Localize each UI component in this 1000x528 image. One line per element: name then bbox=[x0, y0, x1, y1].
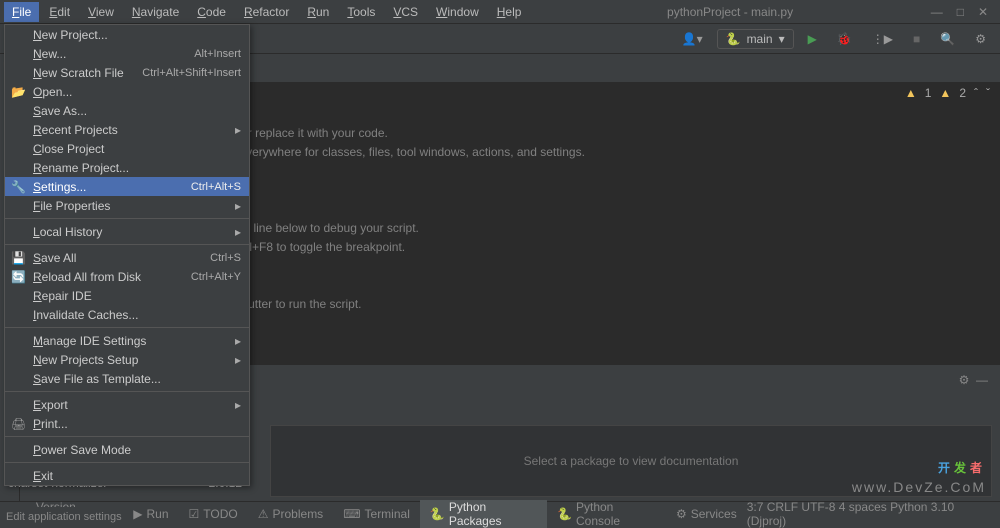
reload-icon: 🔄 bbox=[11, 270, 25, 284]
window-title: pythonProject - main.py bbox=[529, 5, 930, 19]
menuitem-new-scratch-file[interactable]: New Scratch FileCtrl+Alt+Shift+Insert bbox=[5, 63, 249, 82]
statusbar-python-console[interactable]: 🐍Python Console bbox=[547, 500, 666, 528]
close-icon[interactable]: ✕ bbox=[978, 5, 988, 19]
inspection-summary[interactable]: ▲1 ▲2 ˆ ˇ bbox=[905, 86, 990, 100]
menuitem-exit[interactable]: Exit bbox=[5, 466, 249, 485]
menuitem-print[interactable]: 🖨Print... bbox=[5, 414, 249, 433]
menuitem-local-history[interactable]: Local History▸ bbox=[5, 222, 249, 241]
statusbar: ⎇Version Control▶Run☑TODO⚠Problems⌨Termi… bbox=[0, 501, 1000, 525]
run-config-name: main bbox=[747, 32, 773, 46]
chevron-right-icon: ▸ bbox=[235, 398, 241, 412]
todo-icon: ☑ bbox=[189, 507, 200, 521]
titlebar: FileEditViewNavigateCodeRefactorRunTools… bbox=[0, 0, 1000, 24]
menu-tools[interactable]: Tools bbox=[339, 2, 383, 22]
statusbar-problems[interactable]: ⚠Problems bbox=[248, 500, 333, 528]
print-icon: 🖨 bbox=[11, 417, 25, 431]
search-icon[interactable]: 🔍 bbox=[934, 30, 961, 48]
menuitem-power-save-mode[interactable]: Power Save Mode bbox=[5, 440, 249, 459]
chevron-down-icon[interactable]: ˇ bbox=[986, 86, 990, 100]
run-config-selector[interactable]: 🐍 main ▾ bbox=[717, 29, 794, 49]
menuitem-settings[interactable]: 🔧Settings...Ctrl+Alt+S bbox=[5, 177, 249, 196]
window-controls: — □ ✕ bbox=[931, 5, 996, 19]
menuitem-file-properties[interactable]: File Properties▸ bbox=[5, 196, 249, 215]
statusbar-right: 3:7 CRLF UTF-8 4 spaces Python 3.10 (Djp… bbox=[747, 500, 992, 528]
statusbar-services[interactable]: ⚙Services bbox=[666, 500, 747, 528]
menu-navigate[interactable]: Navigate bbox=[124, 2, 187, 22]
menuitem-repair-ide[interactable]: Repair IDE bbox=[5, 286, 249, 305]
chevron-down-icon: ▾ bbox=[779, 32, 785, 46]
menu-run[interactable]: Run bbox=[299, 2, 337, 22]
chevron-right-icon: ▸ bbox=[235, 123, 241, 137]
play-icon: ▶ bbox=[133, 507, 142, 521]
package-doc-placeholder: Select a package to view documentation bbox=[270, 425, 992, 497]
menuitem-open[interactable]: 📂Open... bbox=[5, 82, 249, 101]
menu-file[interactable]: File bbox=[4, 2, 39, 22]
chevron-right-icon: ▸ bbox=[235, 353, 241, 367]
py-icon: 🐍 bbox=[557, 507, 572, 521]
gear-icon[interactable]: ⚙ bbox=[959, 373, 970, 387]
py-icon: 🐍 bbox=[430, 507, 445, 521]
menu-vcs[interactable]: VCS bbox=[385, 2, 426, 22]
statusbar-run[interactable]: ▶Run bbox=[123, 500, 178, 528]
menuitem-save-all[interactable]: 💾Save AllCtrl+S bbox=[5, 248, 249, 267]
menuitem-save-file-as-template[interactable]: Save File as Template... bbox=[5, 369, 249, 388]
menubar: FileEditViewNavigateCodeRefactorRunTools… bbox=[4, 2, 529, 22]
statusbar-terminal[interactable]: ⌨Terminal bbox=[333, 500, 420, 528]
menu-help[interactable]: Help bbox=[489, 2, 530, 22]
menu-edit[interactable]: Edit bbox=[41, 2, 78, 22]
menuitem-manage-ide-settings[interactable]: Manage IDE Settings▸ bbox=[5, 331, 249, 350]
warn-icon: ⚠ bbox=[258, 507, 269, 521]
wrench-icon: 🔧 bbox=[11, 180, 25, 194]
save-icon: 💾 bbox=[11, 251, 25, 265]
menu-view[interactable]: View bbox=[80, 2, 122, 22]
python-icon: 🐍 bbox=[726, 32, 741, 46]
more-run-button[interactable]: ⋮▶ bbox=[866, 30, 899, 48]
menuitem-new[interactable]: New...Alt+Insert bbox=[5, 44, 249, 63]
menuitem-reload-all-from-disk[interactable]: 🔄Reload All from DiskCtrl+Alt+Y bbox=[5, 267, 249, 286]
menuitem-export[interactable]: Export▸ bbox=[5, 395, 249, 414]
run-button[interactable]: ▶ bbox=[802, 30, 823, 48]
hide-panel-icon[interactable]: — bbox=[976, 373, 988, 387]
svc-icon: ⚙ bbox=[676, 507, 687, 521]
statusbar-todo[interactable]: ☑TODO bbox=[179, 500, 248, 528]
stop-button[interactable]: ■ bbox=[907, 30, 926, 48]
chevron-right-icon: ▸ bbox=[235, 334, 241, 348]
status-hint: Edit application settings bbox=[0, 507, 128, 527]
menuitem-close-project[interactable]: Close Project bbox=[5, 139, 249, 158]
menuitem-save-as[interactable]: Save As... bbox=[5, 101, 249, 120]
menuitem-invalidate-caches[interactable]: Invalidate Caches... bbox=[5, 305, 249, 324]
menuitem-recent-projects[interactable]: Recent Projects▸ bbox=[5, 120, 249, 139]
gear-icon[interactable]: ⚙ bbox=[969, 30, 992, 48]
menuitem-new-projects-setup[interactable]: New Projects Setup▸ bbox=[5, 350, 249, 369]
folder-icon: 📂 bbox=[11, 85, 25, 99]
menuitem-new-project[interactable]: New Project... bbox=[5, 25, 249, 44]
chevron-up-icon[interactable]: ˆ bbox=[974, 86, 978, 100]
maximize-icon[interactable]: □ bbox=[957, 5, 964, 19]
menu-code[interactable]: Code bbox=[189, 2, 234, 22]
statusbar-python-packages[interactable]: 🐍Python Packages bbox=[420, 500, 547, 528]
chevron-right-icon: ▸ bbox=[235, 225, 241, 239]
menu-window[interactable]: Window bbox=[428, 2, 487, 22]
menu-refactor[interactable]: Refactor bbox=[236, 2, 297, 22]
debug-button[interactable]: 🐞 bbox=[831, 30, 858, 48]
user-icon[interactable]: 👤▾ bbox=[676, 30, 709, 48]
file-menu-dropdown: New Project...New...Alt+InsertNew Scratc… bbox=[4, 24, 250, 486]
menuitem-rename-project[interactable]: Rename Project... bbox=[5, 158, 249, 177]
term-icon: ⌨ bbox=[343, 507, 360, 521]
minimize-icon[interactable]: — bbox=[931, 5, 943, 19]
chevron-right-icon: ▸ bbox=[235, 199, 241, 213]
